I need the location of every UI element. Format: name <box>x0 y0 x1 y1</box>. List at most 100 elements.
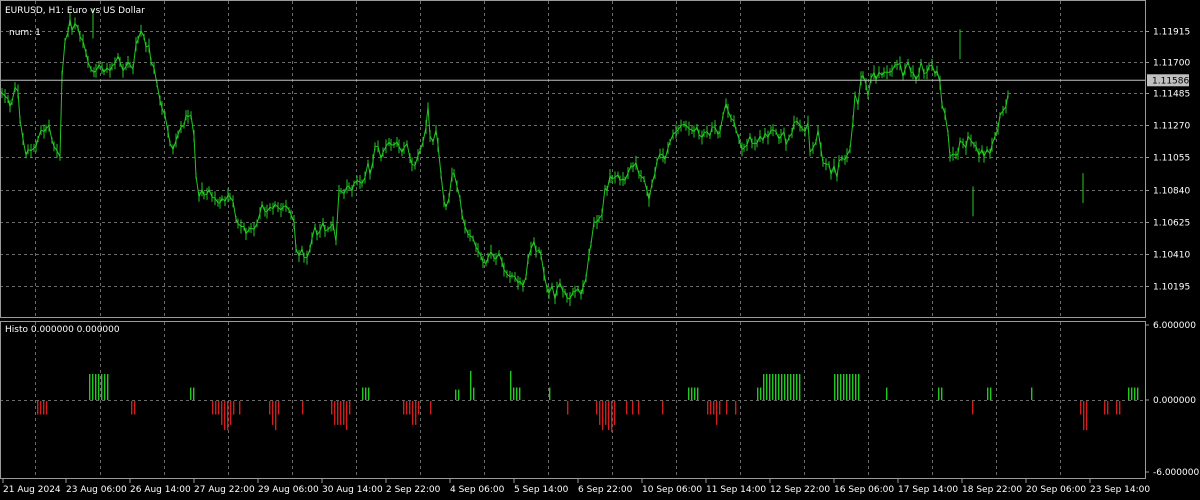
histogram-bar <box>769 374 771 400</box>
histogram-bar <box>855 374 857 400</box>
histogram-bar <box>92 374 94 400</box>
histogram-bar <box>846 374 848 400</box>
histogram-bar <box>549 387 551 400</box>
current-price-text: 1.11586 <box>1152 76 1189 86</box>
histogram-bar <box>662 401 664 415</box>
histogram-tick-label: 6.000000 <box>1153 321 1196 331</box>
histogram-bar <box>596 401 598 415</box>
histogram-bar <box>331 401 333 415</box>
histogram-bar <box>455 389 457 400</box>
time-tick-label: 12 Sep 22:00 <box>770 485 830 495</box>
time-tick-label: 11 Sep 14:00 <box>706 485 766 495</box>
time-tick-label: 18 Sep 22:00 <box>962 485 1022 495</box>
histogram-bar <box>269 401 271 415</box>
histogram-bar <box>697 387 699 400</box>
histogram-bar <box>602 401 604 431</box>
histogram-bar <box>46 401 48 415</box>
histogram-bar <box>510 370 512 400</box>
histogram-bar <box>608 401 610 431</box>
histogram-bar <box>787 374 789 400</box>
histogram-bar <box>611 401 613 433</box>
histogram-bar <box>1080 401 1082 415</box>
histogram-bar <box>368 387 370 400</box>
time-tick-label: 20 Sep 06:00 <box>1026 485 1086 495</box>
histogram-bar <box>40 401 42 415</box>
histogram-bar <box>275 401 277 431</box>
histogram-bar <box>458 389 460 400</box>
subwindow-title: Histo 0.000000 0.000000 <box>5 325 120 335</box>
histogram-bar <box>227 401 229 431</box>
histogram-bar <box>632 401 634 415</box>
histogram-bar <box>278 401 280 415</box>
histogram-bar <box>775 374 777 400</box>
histogram-bar <box>843 374 845 400</box>
histogram-bar <box>784 374 786 400</box>
histogram-bar <box>513 387 515 400</box>
price-tick-label: 1.11915 <box>1153 28 1190 38</box>
histogram-bar <box>134 401 136 415</box>
histogram-bar <box>1107 401 1109 415</box>
time-tick-label: 4 Sep 06:00 <box>450 485 505 495</box>
histogram-bar <box>710 401 712 415</box>
time-tick-label: 2 Sep 22:00 <box>386 485 441 495</box>
histogram-bar <box>343 401 345 425</box>
chart-background <box>0 0 1200 500</box>
histogram-bar <box>365 387 367 400</box>
chart-title: EURUSD, H1: Euro vs US Dollar <box>5 6 145 16</box>
histogram-bar <box>95 374 97 400</box>
current-price-label: 1.11586 <box>1147 74 1189 87</box>
histogram-bar <box>362 387 364 400</box>
histogram-bar <box>1116 401 1118 415</box>
histogram-bar <box>1128 387 1130 400</box>
histogram-bar <box>1119 401 1121 415</box>
histogram-bar <box>763 374 765 400</box>
histogram-bar <box>799 374 801 400</box>
histogram-bar <box>349 401 351 415</box>
histogram-bar <box>790 374 792 400</box>
histogram-bar <box>796 374 798 400</box>
time-tick-label: 17 Sep 14:00 <box>898 485 958 495</box>
histogram-bar <box>886 387 888 400</box>
histogram-bar <box>37 401 39 415</box>
histogram-bar <box>272 401 274 425</box>
histogram-bar <box>430 401 432 415</box>
histogram-bar <box>735 401 737 415</box>
histogram-bar <box>1137 387 1139 400</box>
histogram-bar <box>212 401 214 415</box>
histogram-bar <box>757 387 759 400</box>
histogram-bar <box>1031 387 1033 400</box>
histogram-bar <box>713 401 715 415</box>
chart-canvas: 1.11915 1.11700 1.11485 1.11270 1.11055 1.108… <box>0 0 1200 500</box>
histogram-bar <box>43 401 45 415</box>
time-tick-label: 30 Aug 14:00 <box>322 485 383 495</box>
histogram-bar <box>334 401 336 425</box>
time-tick-label: 10 Sep 06:00 <box>642 485 702 495</box>
histogram-bar <box>340 401 342 425</box>
histogram-bar <box>470 370 472 400</box>
histogram-bar <box>107 374 109 400</box>
time-tick-label: 23 Aug 06:00 <box>66 485 127 495</box>
histogram-bar <box>849 374 851 400</box>
histogram-bar <box>990 387 992 400</box>
time-tick-label: 6 Sep 22:00 <box>578 485 633 495</box>
time-tick-label: 29 Aug 06:00 <box>258 485 319 495</box>
histogram-bar <box>938 387 940 400</box>
histogram-bar <box>403 401 405 415</box>
histogram-bar <box>599 401 601 425</box>
histogram-bar <box>473 387 475 400</box>
histogram-bar <box>218 401 220 415</box>
histogram-bar <box>516 387 518 400</box>
histogram-bar <box>605 401 607 425</box>
histogram-bar <box>101 374 103 400</box>
histogram-bar <box>406 401 408 415</box>
histogram-tick-label: 0.000000 <box>1153 396 1196 406</box>
histogram-bar <box>760 387 762 400</box>
histogram-bar <box>941 387 943 400</box>
chart-note: num: 1 <box>9 28 41 38</box>
histogram-bar <box>346 401 348 431</box>
histogram-bar <box>215 401 217 415</box>
histogram-bar <box>409 401 411 415</box>
histogram-bar <box>415 401 417 425</box>
histogram-bar <box>834 374 836 400</box>
histogram-bar <box>337 401 339 425</box>
